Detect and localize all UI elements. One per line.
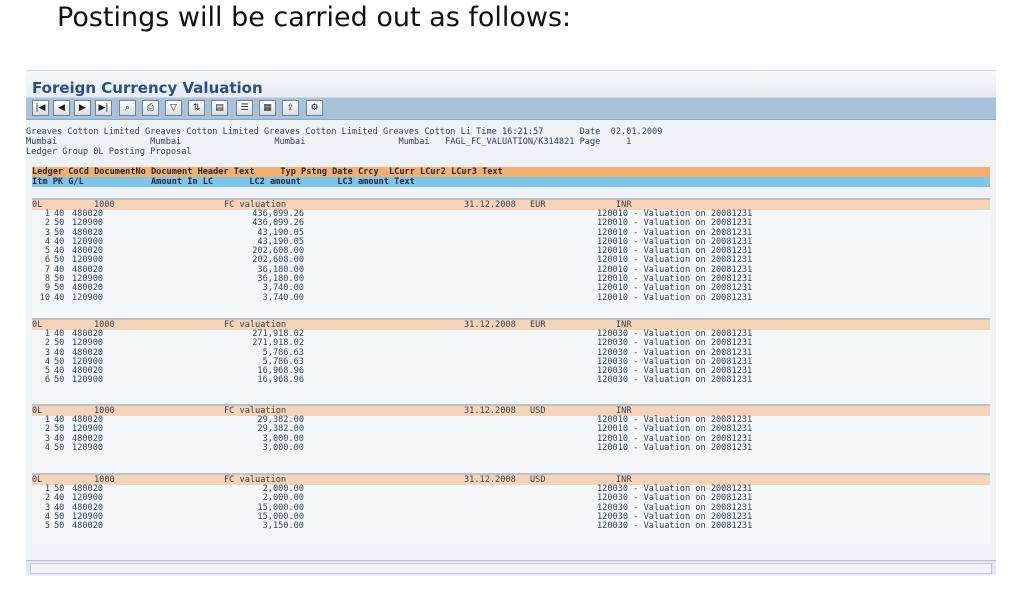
posting-block: 0L 1000 FC valuation 31.12.2008 USD INR 1 50 480…: [32, 473, 990, 544]
line-item-row[interactable]: 5 50 480020 3,150.00 120030 - Valuation on 2…: [32, 521, 990, 532]
column-header-row-2: Itm PK G/L Amount In LC LC2 amount LC3 a…: [32, 177, 990, 187]
export-icon[interactable]: ⇪: [282, 100, 299, 116]
block-header-row[interactable]: 0L 1000 FC valuation 31.12.2008 USD INR: [32, 406, 990, 416]
line-item-row[interactable]: 3 40 480020 3,000.00 120010 - Valuation on 2…: [32, 434, 990, 444]
gl-account-cell: 480020: [72, 521, 104, 532]
column-headers: Ledger CoCd DocumentNo Document Header T…: [32, 167, 990, 187]
item-number-cell: 6: [44, 375, 50, 386]
amount-cell: 3,740.00: [262, 292, 304, 303]
item-number-cell: 5: [44, 521, 50, 532]
line-item-row[interactable]: 3 50 480020 43,190.05 120010 - Valuation on …: [32, 228, 990, 238]
details-icon[interactable]: ☰: [236, 100, 253, 116]
line-item-row[interactable]: 6 50 120900 202,608.00 120010 - Valuation on…: [32, 256, 990, 266]
posting-date-cell: 31.12.2008: [464, 406, 516, 416]
report-header-info: Greaves Cotton Limited Greaves Cotton Li…: [26, 127, 996, 159]
report-title: Foreign Currency Valuation: [32, 79, 263, 97]
layout-icon[interactable]: ▤: [211, 100, 228, 116]
line-text-cell: 120030 - Valuation on 20081231: [597, 375, 753, 386]
slide-title: Postings will be carried out as follows:: [57, 2, 572, 33]
gl-account-cell: 120900: [72, 375, 104, 386]
item-number-cell: 4: [44, 442, 50, 453]
posting-date-cell: 31.12.2008: [464, 320, 516, 330]
line-item-row[interactable]: 1 50 480020 2,000.00 120030 - Valuation on 2…: [32, 484, 990, 494]
line-item-row[interactable]: 2 40 120900 2,000.00 120030 - Valuation on 2…: [32, 493, 990, 503]
find-icon[interactable]: ⌕: [119, 100, 136, 116]
sort-icon[interactable]: ⇅: [188, 100, 205, 116]
sap-report-window: Foreign Currency Valuation |◀ ◀ ▶ ▶| ⌕ ⎙ ▽ ⇅ ▤ ☰ ▦…: [26, 70, 996, 576]
posting-block: 0L 1000 FC valuation 31.12.2008 USD INR 1 40 480…: [32, 404, 990, 473]
line-item-row[interactable]: 1 40 480020 271,918.02 120030 - Valuation on…: [32, 329, 990, 339]
application-toolbar: |◀ ◀ ▶ ▶| ⌕ ⎙ ▽ ⇅ ▤ ☰ ▦ ⇪ ⚙: [26, 98, 996, 120]
posting-date-cell: 31.12.2008: [464, 475, 516, 485]
print-icon[interactable]: ⎙: [142, 100, 159, 116]
currency-cell: USD: [530, 406, 546, 416]
block-header-row[interactable]: 0L 1000 FC valuation 31.12.2008 USD INR: [32, 475, 990, 485]
line-item-row[interactable]: 2 50 120900 29,382.00 120010 - Valuation on …: [32, 424, 990, 434]
gl-account-cell: 120900: [72, 442, 104, 453]
line-item-row[interactable]: 9 50 480020 3,740.00 120010 - Valuation on 2…: [32, 284, 990, 294]
column-header-text-2: Itm PK G/L Amount In LC LC2 amount LC3 a…: [32, 177, 415, 187]
gl-account-cell: 120900: [72, 292, 104, 303]
line-text-cell: 120010 - Valuation on 20081231: [597, 442, 753, 453]
line-item-row[interactable]: 5 40 480020 202,608.00 120010 - Valuation on…: [32, 246, 990, 256]
column-header-text-1: Ledger CoCd DocumentNo Document Header T…: [32, 167, 503, 177]
posting-block: 0L 1000 FC valuation 31.12.2008 EUR INR 1 40 480…: [32, 198, 990, 318]
line-item-row[interactable]: 5 40 480020 16,968.96 120030 - Valuation on …: [32, 366, 990, 376]
line-text-cell: 120010 - Valuation on 20081231: [597, 292, 753, 303]
posting-date-cell: 31.12.2008: [464, 200, 516, 210]
status-bar: [26, 560, 996, 575]
block-header-row[interactable]: 0L 1000 FC valuation 31.12.2008 EUR INR: [32, 200, 990, 210]
ledger-cell: 0L: [32, 475, 43, 485]
column-header-row-1: Ledger CoCd DocumentNo Document Header T…: [32, 167, 990, 177]
currency-cell: EUR: [530, 320, 546, 330]
ledger-cell: 0L: [32, 320, 43, 330]
line-item-row[interactable]: 10 40 120900 3,740.00 120010 - Valuation on …: [32, 292, 990, 303]
last-page-icon[interactable]: ▶|: [95, 100, 112, 116]
posting-block: 0L 1000 FC valuation 31.12.2008 EUR INR 1 40 480…: [32, 318, 990, 404]
report-header-line-3: Ledger Group 0L Posting Proposal: [26, 147, 192, 157]
previous-page-icon[interactable]: ◀: [53, 100, 70, 116]
line-item-row[interactable]: 8 50 120900 36,180.00 120010 - Valuation on …: [32, 274, 990, 284]
posting-key-cell: 40: [54, 292, 65, 303]
line-item-row[interactable]: 6 50 120900 16,968.96 120030 - Valuation on …: [32, 375, 990, 386]
line-text-cell: 120030 - Valuation on 20081231: [597, 521, 753, 532]
block-header-row[interactable]: 0L 1000 FC valuation 31.12.2008 EUR INR: [32, 320, 990, 330]
amount-cell: 3,150.00: [262, 521, 304, 532]
line-item-row[interactable]: 3 40 480020 5,786.63 120030 - Valuation on 2…: [32, 348, 990, 358]
line-item-row[interactable]: 1 40 480020 436,099.26 120010 - Valuation on…: [32, 209, 990, 219]
ledger-cell: 0L: [32, 200, 43, 210]
report-header-line-2: Mumbai Mumbai Mumbai Mumbai FAGL_FC_VALU…: [26, 137, 632, 147]
amount-cell: 3,000.00: [262, 442, 304, 453]
currency-cell: EUR: [530, 200, 546, 210]
spreadsheet-icon[interactable]: ▦: [259, 100, 276, 116]
posting-key-cell: 50: [54, 442, 65, 453]
posting-proposal-list: 0L 1000 FC valuation 31.12.2008 EUR INR 1 40 480…: [32, 198, 990, 544]
line-item-row[interactable]: 2 50 120900 271,918.02 120030 - Valuation on…: [32, 338, 990, 348]
ledger-cell: 0L: [32, 406, 43, 416]
posting-key-cell: 50: [54, 375, 65, 386]
line-item-row[interactable]: 4 50 120900 5,786.63 120030 - Valuation on 2…: [32, 357, 990, 367]
first-page-icon[interactable]: |◀: [32, 100, 49, 116]
status-field: [30, 563, 992, 574]
settings-icon[interactable]: ⚙: [306, 100, 323, 116]
amount-cell: 16,968.96: [257, 375, 304, 386]
report-header-line-1: Greaves Cotton Limited Greaves Cotton Li…: [26, 127, 663, 137]
line-item-row[interactable]: 3 40 480020 15,000.00 120030 - Valuation on …: [32, 503, 990, 513]
line-item-row[interactable]: 7 40 480020 36,180.00 120010 - Valuation on …: [32, 265, 990, 275]
item-number-cell: 10: [39, 292, 50, 303]
line-item-row[interactable]: 2 50 120900 436,099.26 120010 - Valuation on…: [32, 218, 990, 228]
next-page-icon[interactable]: ▶: [74, 100, 91, 116]
line-item-row[interactable]: 4 50 120900 3,000.00 120010 - Valuation on 2…: [32, 442, 990, 453]
filter-icon[interactable]: ▽: [165, 100, 182, 116]
currency-cell: USD: [530, 475, 546, 485]
line-item-row[interactable]: 4 50 120900 15,000.00 120030 - Valuation on …: [32, 512, 990, 522]
line-item-row[interactable]: 1 40 480020 29,382.00 120010 - Valuation on …: [32, 415, 990, 425]
line-item-row[interactable]: 4 40 120900 43,190.05 120010 - Valuation on …: [32, 237, 990, 247]
posting-key-cell: 50: [54, 521, 65, 532]
